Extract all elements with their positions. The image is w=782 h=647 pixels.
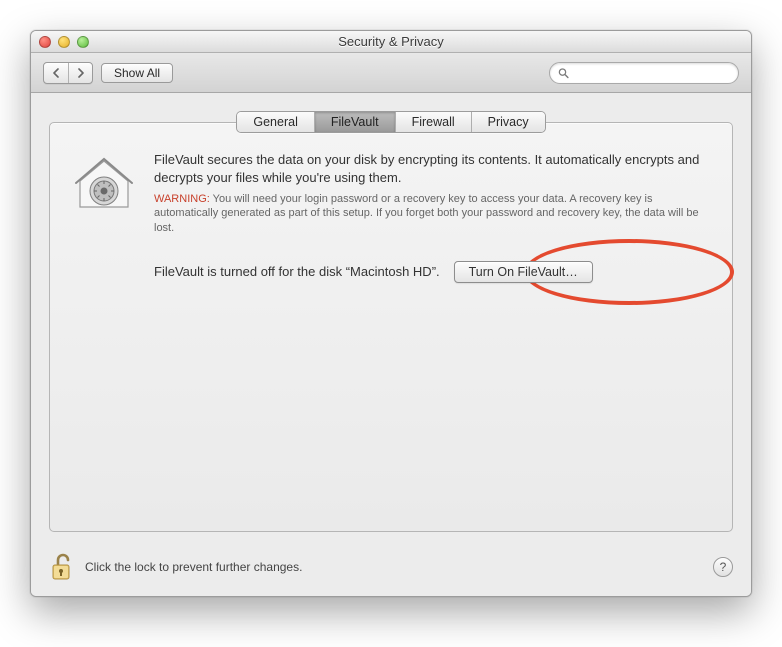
window-controls — [39, 36, 89, 48]
tab-general[interactable]: General — [237, 112, 314, 132]
titlebar: Security & Privacy — [31, 31, 751, 53]
tab-firewall[interactable]: Firewall — [396, 112, 472, 132]
tab-privacy[interactable]: Privacy — [472, 112, 545, 132]
lock-button[interactable] — [49, 552, 75, 582]
zoom-icon[interactable] — [77, 36, 89, 48]
tab-pane-filevault: FileVault secures the data on your disk … — [49, 122, 733, 532]
lock-text: Click the lock to prevent further change… — [85, 560, 302, 574]
filevault-text: FileVault secures the data on your disk … — [154, 151, 710, 235]
filevault-warning: WARNING: You will need your login passwo… — [154, 192, 710, 235]
footer: Click the lock to prevent further change… — [31, 546, 751, 596]
search-input[interactable] — [575, 65, 730, 81]
tabs: General FileVault Firewall Privacy — [49, 111, 733, 133]
lock-open-icon — [49, 552, 75, 582]
filevault-icon — [72, 151, 136, 235]
nav-segmented — [43, 62, 93, 84]
chevron-left-icon — [51, 68, 61, 78]
toolbar: Show All — [31, 53, 751, 93]
search-field[interactable] — [549, 62, 739, 84]
preferences-window: Security & Privacy Show All General F — [30, 30, 752, 597]
turn-on-filevault-button[interactable]: Turn On FileVault… — [454, 261, 593, 283]
forward-button[interactable] — [68, 63, 92, 83]
chevron-right-icon — [76, 68, 86, 78]
content-area: General FileVault Firewall Privacy — [31, 93, 751, 546]
question-icon: ? — [720, 560, 727, 574]
warning-label: WARNING: — [154, 193, 210, 205]
minimize-icon[interactable] — [58, 36, 70, 48]
warning-text: You will need your login password or a r… — [154, 193, 699, 234]
tab-filevault[interactable]: FileVault — [315, 112, 396, 132]
filevault-description: FileVault secures the data on your disk … — [154, 151, 710, 186]
help-button[interactable]: ? — [713, 557, 733, 577]
show-all-button[interactable]: Show All — [101, 63, 173, 83]
search-icon — [558, 67, 569, 79]
back-button[interactable] — [44, 63, 68, 83]
close-icon[interactable] — [39, 36, 51, 48]
filevault-status: FileVault is turned off for the disk “Ma… — [154, 264, 440, 279]
window-title: Security & Privacy — [31, 34, 751, 49]
status-row: FileVault is turned off for the disk “Ma… — [154, 261, 710, 283]
tabstrip: General FileVault Firewall Privacy — [236, 111, 545, 133]
